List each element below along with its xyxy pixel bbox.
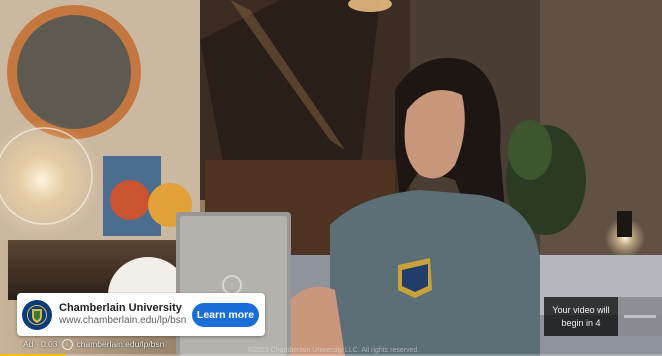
ad-status-bar: Ad · 0:03 i chamberlain.edu/lp/bsn bbox=[23, 337, 164, 351]
next-video-thumbnail[interactable] bbox=[618, 297, 662, 336]
countdown-line-2: begin in 4 bbox=[561, 317, 601, 328]
ad-text: Chamberlain University www.chamberlain.e… bbox=[59, 302, 192, 327]
video-ad-player[interactable]: Chamberlain University www.chamberlain.e… bbox=[0, 0, 662, 356]
skip-countdown: Your video will begin in 4 bbox=[544, 297, 618, 336]
ad-info-card[interactable]: Chamberlain University www.chamberlain.e… bbox=[17, 293, 265, 336]
ad-timer: Ad · 0:03 bbox=[23, 339, 58, 349]
info-icon[interactable]: i bbox=[61, 338, 73, 350]
countdown-line-1: Your video will bbox=[552, 305, 610, 316]
copyright-text: ©2023 Chamberlain University LLC. All ri… bbox=[248, 347, 420, 354]
university-shield-icon bbox=[27, 304, 47, 325]
advertiser-url[interactable]: www.chamberlain.edu/lp/bsn bbox=[59, 315, 192, 327]
thumbnail-image bbox=[624, 315, 656, 318]
advertiser-name[interactable]: Chamberlain University bbox=[59, 302, 192, 315]
ad-status-url[interactable]: chamberlain.edu/lp/bsn bbox=[77, 339, 165, 349]
learn-more-button[interactable]: Learn more bbox=[192, 302, 259, 327]
advertiser-logo[interactable] bbox=[22, 299, 52, 330]
